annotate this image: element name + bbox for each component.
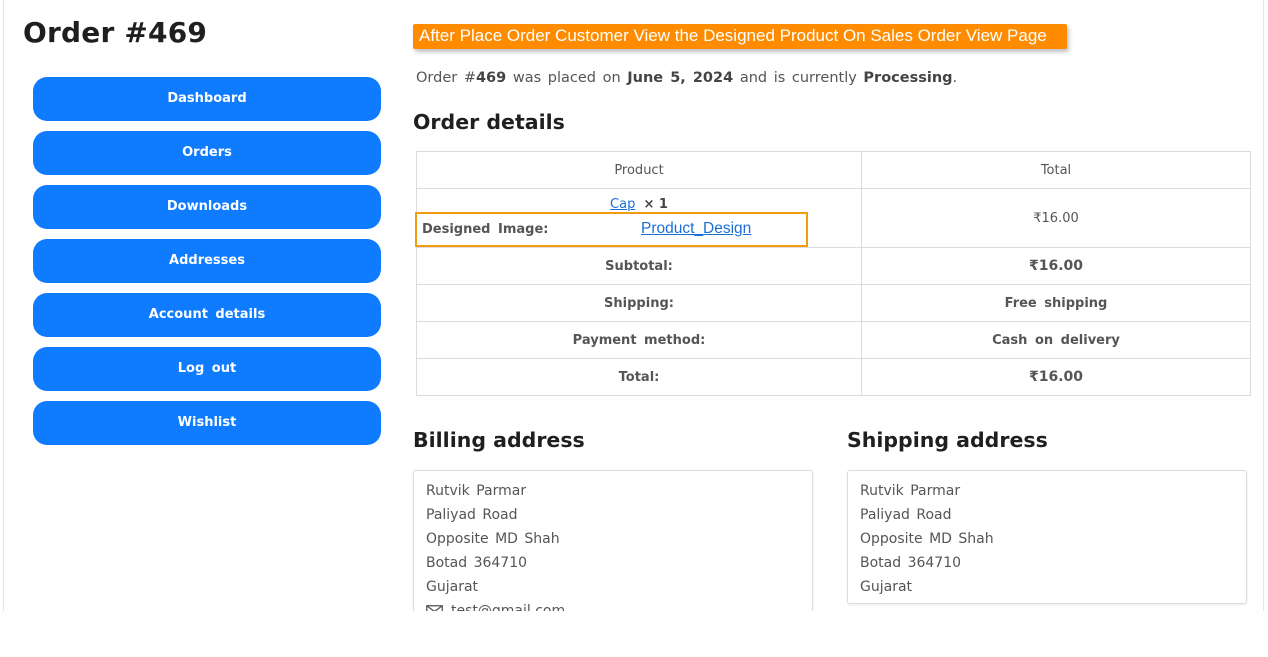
billing-street: Paliyad Road	[426, 507, 518, 523]
table-row: Payment method: Cash on delivery	[416, 321, 1251, 359]
billing-email: test@gmail.com	[451, 603, 566, 611]
annotation-banner: After Place Order Customer View the Desi…	[413, 24, 1067, 49]
subtotal-value: ₹16.00	[861, 247, 1251, 285]
nav-wishlist-button[interactable]: Wishlist	[33, 401, 381, 445]
table-row: Shipping: Free shipping	[416, 284, 1251, 322]
account-navigation: Dashboard Orders Downloads Addresses Acc…	[33, 77, 381, 455]
subtotal-label: Subtotal:	[416, 247, 862, 285]
billing-city-zip: Botad 364710	[426, 555, 528, 571]
envelope-icon	[426, 605, 443, 611]
table-header-row: Product Total	[416, 151, 1251, 189]
product-link[interactable]: Cap	[610, 197, 635, 212]
billing-name: Rutvik Parmar	[426, 483, 527, 499]
nav-downloads-button[interactable]: Downloads	[33, 185, 381, 229]
total-value: ₹16.00	[861, 358, 1251, 396]
product-quantity: × 1	[643, 197, 668, 212]
order-details-table: Product Total Cap × 1 Designed Image: Pr…	[415, 151, 1251, 396]
order-details-heading: Order details	[413, 110, 565, 134]
table-row: Total: ₹16.00	[416, 358, 1251, 396]
billing-street2: Opposite MD Shah	[426, 531, 560, 547]
nav-dashboard-button[interactable]: Dashboard	[33, 77, 381, 121]
shipping-name: Rutvik Parmar	[860, 483, 961, 499]
billing-address-heading: Billing address	[413, 428, 585, 452]
item-product-cell: Cap × 1 Designed Image: Product_Design	[415, 188, 862, 248]
designed-image-label: Designed Image:	[422, 222, 549, 237]
payment-method-label: Payment method:	[416, 321, 862, 359]
billing-address-box: Rutvik Parmar Paliyad Road Opposite MD S…	[413, 470, 813, 611]
order-status-line: Order #469 was placed on June 5, 2024 an…	[416, 70, 957, 86]
status-prefix: Order #	[416, 70, 476, 86]
item-total-cell: ₹16.00	[861, 188, 1251, 248]
status-middle2: and is currently	[739, 70, 857, 86]
page-frame: Order #469 Dashboard Orders Downloads Ad…	[3, 0, 1264, 611]
item-line: Cap × 1	[417, 197, 861, 212]
shipping-street: Paliyad Road	[860, 507, 952, 523]
nav-addresses-button[interactable]: Addresses	[33, 239, 381, 283]
shipping-address-box: Rutvik Parmar Paliyad Road Opposite MD S…	[847, 470, 1247, 604]
nav-orders-button[interactable]: Orders	[33, 131, 381, 175]
payment-method-value: Cash on delivery	[861, 321, 1251, 359]
shipping-state: Gujarat	[860, 579, 913, 595]
table-row: Subtotal: ₹16.00	[416, 247, 1251, 285]
shipping-street2: Opposite MD Shah	[860, 531, 994, 547]
billing-email-row: test@gmail.com	[426, 599, 800, 611]
product-design-link[interactable]: Product_Design	[641, 220, 751, 238]
shipping-city-zip: Botad 364710	[860, 555, 962, 571]
status-suffix: .	[952, 70, 958, 86]
billing-state: Gujarat	[426, 579, 479, 595]
table-row-item: Cap × 1 Designed Image: Product_Design ₹…	[415, 188, 1251, 248]
nav-logout-button[interactable]: Log out	[33, 347, 381, 391]
page-title: Order #469	[23, 16, 208, 49]
shipping-value: Free shipping	[861, 284, 1251, 322]
total-label: Total:	[416, 358, 862, 396]
shipping-label: Shipping:	[416, 284, 862, 322]
column-header-product: Product	[416, 151, 862, 189]
order-date: June 5, 2024	[627, 70, 734, 86]
order-number: 469	[475, 70, 507, 86]
order-state: Processing	[863, 70, 953, 86]
shipping-address-heading: Shipping address	[847, 428, 1048, 452]
designed-image-highlight: Designed Image: Product_Design	[415, 212, 808, 247]
column-header-total: Total	[861, 151, 1251, 189]
status-middle: was placed on	[512, 70, 621, 86]
nav-account-details-button[interactable]: Account details	[33, 293, 381, 337]
